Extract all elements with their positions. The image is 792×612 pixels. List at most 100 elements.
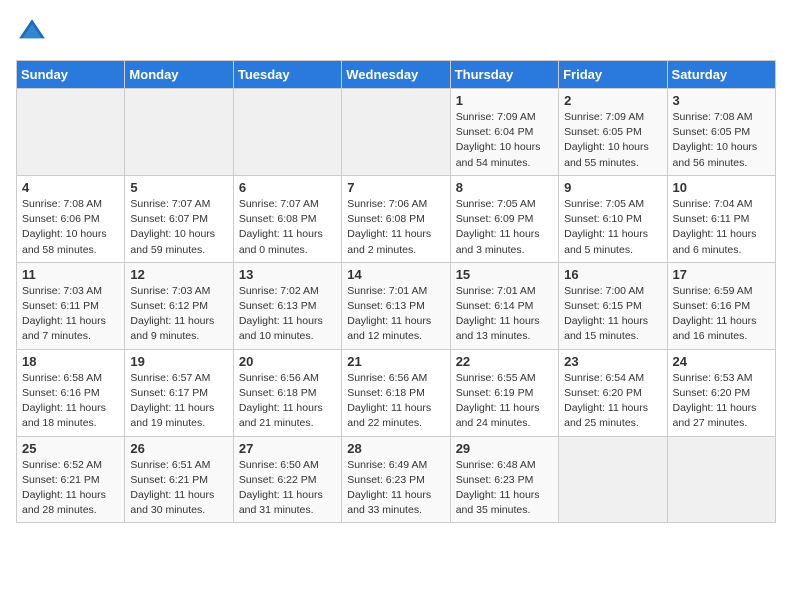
day-info: Sunrise: 6:55 AM Sunset: 6:19 PM Dayligh… [456, 371, 553, 432]
day-info: Sunrise: 6:50 AM Sunset: 6:22 PM Dayligh… [239, 458, 336, 519]
calendar-cell: 8 Sunrise: 7:05 AM Sunset: 6:09 PM Daylig… [450, 175, 558, 262]
logo-icon [16, 16, 48, 48]
day-info: Sunrise: 7:05 AM Sunset: 6:10 PM Dayligh… [564, 197, 661, 258]
calendar-cell: 10 Sunrise: 7:04 AM Sunset: 6:11 PM Dayli… [667, 175, 775, 262]
logo [16, 16, 52, 48]
calendar-cell: 23 Sunrise: 6:54 AM Sunset: 6:20 PM Dayli… [559, 349, 667, 436]
day-number: 5 [130, 180, 227, 195]
calendar-cell: 20 Sunrise: 6:56 AM Sunset: 6:18 PM Dayli… [233, 349, 341, 436]
day-number: 24 [673, 354, 770, 369]
calendar-cell: 16 Sunrise: 7:00 AM Sunset: 6:15 PM Dayli… [559, 262, 667, 349]
col-header-monday: Monday [125, 61, 233, 89]
col-header-sunday: Sunday [17, 61, 125, 89]
day-number: 22 [456, 354, 553, 369]
day-number: 9 [564, 180, 661, 195]
day-number: 26 [130, 441, 227, 456]
day-info: Sunrise: 7:09 AM Sunset: 6:05 PM Dayligh… [564, 110, 661, 171]
calendar-cell [125, 89, 233, 176]
day-number: 11 [22, 267, 119, 282]
day-info: Sunrise: 7:03 AM Sunset: 6:11 PM Dayligh… [22, 284, 119, 345]
calendar-cell: 24Sunrise: 6:53 AM Sunset: 6:20 PM Dayli… [667, 349, 775, 436]
day-number: 23 [564, 354, 661, 369]
day-info: Sunrise: 7:05 AM Sunset: 6:09 PM Dayligh… [456, 197, 553, 258]
day-number: 17 [673, 267, 770, 282]
col-header-saturday: Saturday [667, 61, 775, 89]
calendar-cell: 21 Sunrise: 6:56 AM Sunset: 6:18 PM Dayli… [342, 349, 450, 436]
day-info: Sunrise: 6:57 AM Sunset: 6:17 PM Dayligh… [130, 371, 227, 432]
day-number: 14 [347, 267, 444, 282]
calendar-cell: 29 Sunrise: 6:48 AM Sunset: 6:23 PM Dayli… [450, 436, 558, 523]
day-number: 1 [456, 93, 553, 108]
calendar-cell: 13Sunrise: 7:02 AM Sunset: 6:13 PM Dayli… [233, 262, 341, 349]
calendar-cell: 25 Sunrise: 6:52 AM Sunset: 6:21 PM Dayli… [17, 436, 125, 523]
day-info: Sunrise: 6:59 AM Sunset: 6:16 PM Dayligh… [673, 284, 770, 345]
calendar-cell [559, 436, 667, 523]
calendar-week-4: 18Sunrise: 6:58 AM Sunset: 6:16 PM Dayli… [17, 349, 776, 436]
day-number: 3 [673, 93, 770, 108]
day-number: 20 [239, 354, 336, 369]
calendar-cell: 14 Sunrise: 7:01 AM Sunset: 6:13 PM Dayli… [342, 262, 450, 349]
col-header-friday: Friday [559, 61, 667, 89]
calendar-cell: 11 Sunrise: 7:03 AM Sunset: 6:11 PM Dayli… [17, 262, 125, 349]
day-info: Sunrise: 7:07 AM Sunset: 6:07 PM Dayligh… [130, 197, 227, 258]
day-info: Sunrise: 7:04 AM Sunset: 6:11 PM Dayligh… [673, 197, 770, 258]
calendar-cell: 18Sunrise: 6:58 AM Sunset: 6:16 PM Dayli… [17, 349, 125, 436]
calendar-cell [17, 89, 125, 176]
day-number: 6 [239, 180, 336, 195]
day-number: 29 [456, 441, 553, 456]
calendar-cell [667, 436, 775, 523]
day-info: Sunrise: 6:48 AM Sunset: 6:23 PM Dayligh… [456, 458, 553, 519]
calendar-cell: 2 Sunrise: 7:09 AM Sunset: 6:05 PM Daylig… [559, 89, 667, 176]
calendar-cell: 6 Sunrise: 7:07 AM Sunset: 6:08 PM Daylig… [233, 175, 341, 262]
day-info: Sunrise: 7:08 AM Sunset: 6:06 PM Dayligh… [22, 197, 119, 258]
calendar-cell: 5 Sunrise: 7:07 AM Sunset: 6:07 PM Daylig… [125, 175, 233, 262]
calendar-cell [342, 89, 450, 176]
calendar-cell: 27 Sunrise: 6:50 AM Sunset: 6:22 PM Dayli… [233, 436, 341, 523]
day-info: Sunrise: 7:01 AM Sunset: 6:13 PM Dayligh… [347, 284, 444, 345]
day-number: 4 [22, 180, 119, 195]
calendar-week-2: 4 Sunrise: 7:08 AM Sunset: 6:06 PM Daylig… [17, 175, 776, 262]
day-number: 8 [456, 180, 553, 195]
col-header-thursday: Thursday [450, 61, 558, 89]
day-info: Sunrise: 6:58 AM Sunset: 6:16 PM Dayligh… [22, 371, 119, 432]
calendar-cell: 7 Sunrise: 7:06 AM Sunset: 6:08 PM Daylig… [342, 175, 450, 262]
day-number: 25 [22, 441, 119, 456]
day-number: 16 [564, 267, 661, 282]
col-header-tuesday: Tuesday [233, 61, 341, 89]
calendar-cell: 15Sunrise: 7:01 AM Sunset: 6:14 PM Dayli… [450, 262, 558, 349]
calendar-cell: 26Sunrise: 6:51 AM Sunset: 6:21 PM Dayli… [125, 436, 233, 523]
header [16, 16, 776, 48]
day-info: Sunrise: 7:06 AM Sunset: 6:08 PM Dayligh… [347, 197, 444, 258]
day-number: 10 [673, 180, 770, 195]
calendar-cell: 22 Sunrise: 6:55 AM Sunset: 6:19 PM Dayli… [450, 349, 558, 436]
day-number: 12 [130, 267, 227, 282]
calendar-cell: 3 Sunrise: 7:08 AM Sunset: 6:05 PM Daylig… [667, 89, 775, 176]
day-number: 2 [564, 93, 661, 108]
day-number: 21 [347, 354, 444, 369]
calendar-cell [233, 89, 341, 176]
day-info: Sunrise: 7:09 AM Sunset: 6:04 PM Dayligh… [456, 110, 553, 171]
day-number: 28 [347, 441, 444, 456]
day-info: Sunrise: 7:08 AM Sunset: 6:05 PM Dayligh… [673, 110, 770, 171]
day-info: Sunrise: 6:54 AM Sunset: 6:20 PM Dayligh… [564, 371, 661, 432]
calendar-cell: 28Sunrise: 6:49 AM Sunset: 6:23 PM Dayli… [342, 436, 450, 523]
day-number: 15 [456, 267, 553, 282]
day-info: Sunrise: 6:56 AM Sunset: 6:18 PM Dayligh… [239, 371, 336, 432]
calendar-cell: 19 Sunrise: 6:57 AM Sunset: 6:17 PM Dayli… [125, 349, 233, 436]
calendar-cell: 17 Sunrise: 6:59 AM Sunset: 6:16 PM Dayli… [667, 262, 775, 349]
day-info: Sunrise: 6:56 AM Sunset: 6:18 PM Dayligh… [347, 371, 444, 432]
calendar-week-3: 11 Sunrise: 7:03 AM Sunset: 6:11 PM Dayli… [17, 262, 776, 349]
col-header-wednesday: Wednesday [342, 61, 450, 89]
day-info: Sunrise: 7:00 AM Sunset: 6:15 PM Dayligh… [564, 284, 661, 345]
calendar-cell: 9 Sunrise: 7:05 AM Sunset: 6:10 PM Daylig… [559, 175, 667, 262]
calendar-table: SundayMondayTuesdayWednesdayThursdayFrid… [16, 60, 776, 523]
day-info: Sunrise: 6:52 AM Sunset: 6:21 PM Dayligh… [22, 458, 119, 519]
day-number: 7 [347, 180, 444, 195]
calendar-cell: 1 Sunrise: 7:09 AM Sunset: 6:04 PM Daylig… [450, 89, 558, 176]
day-number: 19 [130, 354, 227, 369]
day-info: Sunrise: 7:07 AM Sunset: 6:08 PM Dayligh… [239, 197, 336, 258]
calendar-week-5: 25 Sunrise: 6:52 AM Sunset: 6:21 PM Dayli… [17, 436, 776, 523]
calendar-cell: 12Sunrise: 7:03 AM Sunset: 6:12 PM Dayli… [125, 262, 233, 349]
day-number: 13 [239, 267, 336, 282]
day-number: 27 [239, 441, 336, 456]
